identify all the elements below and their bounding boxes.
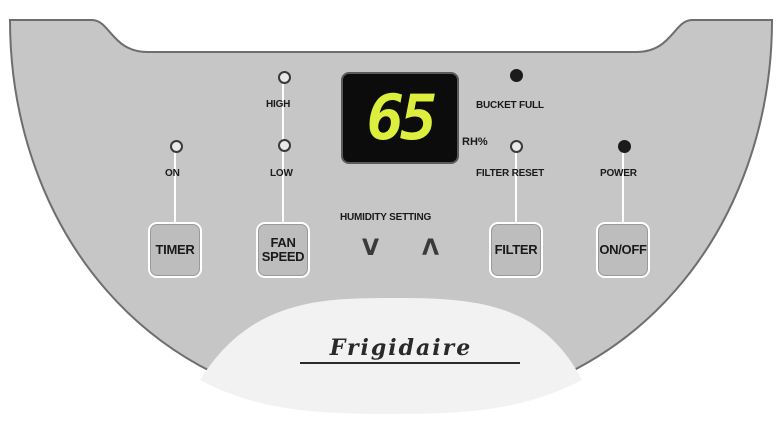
on-off-button[interactable]: ON/OFF (596, 222, 650, 278)
filter-reset-led-icon (510, 140, 523, 153)
on-off-button-label: ON/OFF (599, 242, 647, 257)
filter-button[interactable]: FILTER (489, 222, 543, 278)
timer-button[interactable]: TIMER (148, 222, 202, 278)
humidity-setting-label: HUMIDITY SETTING (340, 212, 432, 223)
filter-reset-label: FILTER RESET (476, 168, 544, 179)
fan-high-led-icon (278, 71, 291, 84)
timer-on-led-icon (170, 140, 183, 153)
brand-logo: Frigidaire (329, 335, 473, 361)
fan-low-led-icon (278, 139, 291, 152)
fan-high-label: HIGH (266, 99, 291, 110)
bucket-full-led-icon (510, 69, 523, 82)
fan-low-label: LOW (270, 168, 293, 179)
fan-speed-button-label-line1: FAN (270, 235, 296, 250)
humidity-display-unit: RH% (462, 136, 488, 148)
filter-button-label: FILTER (494, 242, 538, 257)
brand-logo-underline (300, 362, 520, 364)
humidity-down-icon[interactable]: V (362, 236, 379, 261)
bucket-full-label: BUCKET FULL (476, 100, 544, 111)
timer-button-label: TIMER (155, 242, 195, 257)
humidity-display-value: 65 (366, 81, 438, 154)
power-led-icon (618, 140, 631, 153)
humidity-display: 65 (343, 74, 457, 162)
fan-speed-button-label-line2: SPEED (261, 249, 305, 264)
timer-on-label: ON (165, 168, 180, 179)
fan-speed-button[interactable]: FAN SPEED (256, 222, 310, 278)
humidity-up-icon[interactable]: Λ (422, 236, 439, 261)
power-label: POWER (600, 168, 637, 179)
